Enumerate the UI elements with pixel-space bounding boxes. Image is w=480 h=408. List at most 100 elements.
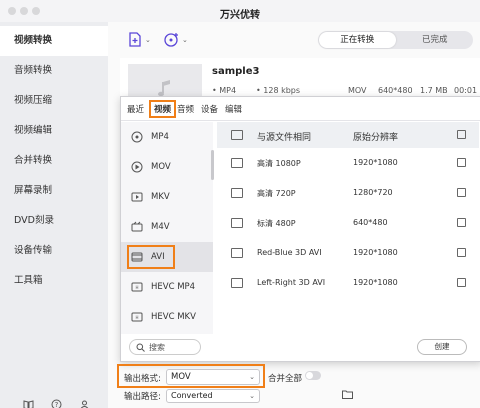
status-segmented-control: 正在转换 已完成 bbox=[318, 31, 473, 49]
chevron-down-icon: ⌄ bbox=[182, 35, 188, 44]
format-picker-panel: 最近 视频 音频 设备 编辑 MP4 MOV MKV M4V AVI H HEV… bbox=[120, 96, 480, 362]
preset-row-source[interactable]: 与源文件相同 原始分辨率 bbox=[217, 122, 479, 148]
preset-resolution: 1920*1080 bbox=[353, 278, 398, 287]
add-file-icon bbox=[129, 32, 141, 47]
video-file-icon bbox=[231, 248, 243, 258]
merge-all-toggle[interactable] bbox=[305, 371, 321, 380]
preset-row-1080p[interactable]: 高清 1080P 1920*1080 bbox=[217, 148, 479, 178]
chevron-down-icon: ⌄ bbox=[249, 392, 255, 400]
sidebar-item-video-convert[interactable]: 视频转换 bbox=[0, 26, 108, 56]
preset-row-720p[interactable]: 高清 720P 1280*720 bbox=[217, 178, 479, 208]
sidebar-item-screen-record[interactable]: 屏幕录制 bbox=[0, 176, 108, 206]
format-label: M4V bbox=[151, 222, 170, 232]
sidebar-item-audio-convert[interactable]: 音频转换 bbox=[0, 56, 108, 86]
preset-name: 高清 720P bbox=[257, 189, 296, 198]
add-file-button[interactable]: ⌄ bbox=[128, 32, 151, 47]
video-file-icon bbox=[231, 278, 243, 288]
target-format: MOV bbox=[348, 86, 367, 95]
video-file-icon bbox=[231, 218, 243, 228]
format-item-m4v[interactable]: M4V bbox=[121, 212, 213, 242]
output-format-value: MOV bbox=[171, 372, 191, 382]
hevc-mp4-icon: H bbox=[131, 282, 143, 292]
book-icon[interactable] bbox=[22, 398, 34, 408]
search-icon bbox=[136, 343, 145, 352]
sidebar-item-device-transfer[interactable]: 设备传输 bbox=[0, 236, 108, 266]
target-duration: 00:01 bbox=[454, 86, 478, 95]
format-item-hevc-mp4[interactable]: H HEVC MP4 bbox=[121, 272, 213, 302]
format-search-input[interactable]: 搜索 bbox=[129, 339, 201, 355]
format-list: MP4 MOV MKV M4V AVI H HEVC MP4 H HEVC MK… bbox=[121, 122, 214, 334]
sidebar-item-video-compress[interactable]: 视频压缩 bbox=[0, 86, 108, 116]
sidebar: 视频转换 音频转换 视频压缩 视频编辑 合并转换 屏幕录制 DVD刻录 设备传输… bbox=[0, 22, 108, 408]
source-bitrate: • 128 kbps bbox=[256, 86, 301, 95]
edit-icon[interactable] bbox=[457, 188, 466, 197]
tab-video[interactable]: 视频 bbox=[149, 100, 177, 118]
preset-name: 标清 480P bbox=[257, 219, 296, 228]
output-format-select[interactable]: MOV ⌄ bbox=[166, 369, 260, 385]
sidebar-item-toolbox[interactable]: 工具箱 bbox=[0, 266, 108, 296]
format-label: MP4 bbox=[151, 132, 169, 142]
format-item-mp4[interactable]: MP4 bbox=[121, 122, 213, 152]
output-format-label: 输出格式: bbox=[124, 374, 161, 384]
edit-icon[interactable] bbox=[457, 248, 466, 257]
format-item-avi[interactable]: AVI bbox=[121, 242, 213, 272]
chevron-down-icon: ⌄ bbox=[249, 373, 255, 381]
preset-row-480p[interactable]: 标清 480P 640*480 bbox=[217, 208, 479, 238]
preset-row-left-right-3d[interactable]: Left-Right 3D AVI 1920*1080 bbox=[217, 268, 479, 298]
account-icon[interactable] bbox=[78, 398, 90, 408]
edit-icon[interactable] bbox=[457, 218, 466, 227]
format-label: MOV bbox=[151, 162, 171, 172]
tab-converting[interactable]: 正在转换 bbox=[319, 32, 396, 48]
svg-text:H: H bbox=[135, 285, 138, 290]
preset-name: 与源文件相同 bbox=[257, 133, 312, 143]
source-format: • MP4 bbox=[212, 86, 237, 95]
app-title: 万兴优转 bbox=[220, 10, 260, 21]
tab-completed[interactable]: 已完成 bbox=[397, 31, 474, 49]
svg-text:H: H bbox=[135, 315, 138, 320]
title-bar: 万兴优转 bbox=[0, 0, 480, 22]
tab-device[interactable]: 设备 bbox=[201, 103, 218, 115]
preset-resolution: 1280*720 bbox=[353, 188, 393, 197]
output-path-value: Converted bbox=[171, 391, 213, 400]
output-path-select[interactable]: Converted ⌄ bbox=[166, 389, 260, 403]
tab-edit[interactable]: 编辑 bbox=[225, 103, 242, 115]
mp4-icon bbox=[131, 131, 143, 143]
preset-resolution: 1920*1080 bbox=[353, 158, 398, 167]
tab-audio[interactable]: 音频 bbox=[177, 103, 194, 115]
format-label: HEVC MKV bbox=[151, 312, 196, 322]
sidebar-item-dvd-burn[interactable]: DVD刻录 bbox=[0, 206, 108, 236]
format-label: MKV bbox=[151, 192, 170, 202]
format-tabs: 最近 视频 音频 设备 编辑 bbox=[121, 97, 480, 121]
format-item-mkv[interactable]: MKV bbox=[121, 182, 213, 212]
add-disc-icon bbox=[164, 33, 178, 47]
folder-icon[interactable] bbox=[342, 390, 353, 402]
hevc-mkv-icon: H bbox=[131, 312, 143, 322]
format-label: HEVC MP4 bbox=[151, 282, 196, 292]
edit-icon[interactable] bbox=[457, 130, 466, 139]
video-file-icon bbox=[231, 130, 243, 140]
edit-icon[interactable] bbox=[457, 278, 466, 287]
merge-all-label: 合并全部 bbox=[268, 374, 303, 384]
file-name: sample3 bbox=[212, 66, 260, 77]
sidebar-item-video-edit[interactable]: 视频编辑 bbox=[0, 116, 108, 146]
format-item-mov[interactable]: MOV bbox=[121, 152, 213, 182]
svg-text:?: ? bbox=[54, 401, 58, 408]
preset-list: 与源文件相同 原始分辨率 高清 1080P 1920*1080 高清 720P … bbox=[217, 122, 479, 334]
help-icon[interactable]: ? bbox=[50, 398, 62, 408]
sidebar-item-merge[interactable]: 合并转换 bbox=[0, 146, 108, 176]
preset-resolution: 原始分辨率 bbox=[353, 133, 399, 143]
edit-icon[interactable] bbox=[457, 158, 466, 167]
target-size: 1.7 MB bbox=[420, 86, 448, 95]
target-resolution: 640*480 bbox=[378, 86, 413, 95]
selection-highlight bbox=[127, 245, 175, 269]
create-preset-button[interactable]: 创建 bbox=[417, 339, 467, 355]
add-dvd-button[interactable]: ⌄ bbox=[164, 32, 188, 47]
preset-row-red-blue-3d[interactable]: Red-Blue 3D AVI 1920*1080 bbox=[217, 238, 479, 268]
tab-recent[interactable]: 最近 bbox=[127, 103, 144, 115]
preset-resolution: 640*480 bbox=[353, 218, 388, 227]
search-placeholder: 搜索 bbox=[149, 342, 165, 352]
m4v-icon bbox=[131, 221, 143, 232]
format-list-scrollbar[interactable] bbox=[211, 150, 214, 180]
format-item-hevc-mkv[interactable]: H HEVC MKV bbox=[121, 302, 213, 332]
video-file-icon bbox=[231, 188, 243, 198]
